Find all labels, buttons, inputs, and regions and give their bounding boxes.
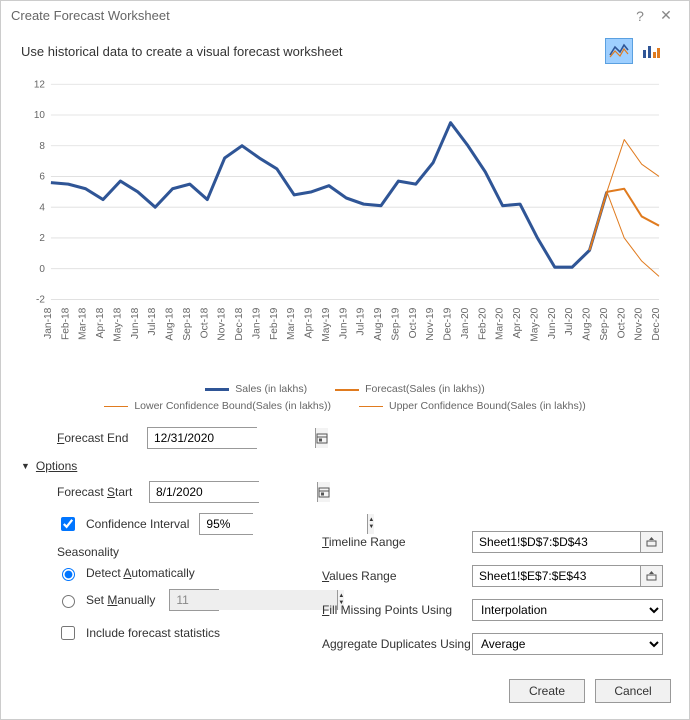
fill-missing-select[interactable]: Interpolation [472, 599, 663, 621]
line-chart-toggle[interactable] [605, 38, 633, 64]
values-range-input[interactable] [472, 565, 663, 587]
create-forecast-dialog: Create Forecast Worksheet ? ✕ Use histor… [0, 0, 690, 720]
svg-text:Jun-19: Jun-19 [338, 307, 349, 339]
svg-text:Jul-20: Jul-20 [564, 307, 575, 335]
legend-lower: Lower Confidence Bound(Sales (in lakhs)) [104, 398, 331, 415]
forecast-chart: -2 0 2 4 6 8 10 12 Jan-18 Feb-18 Mar-18 Apr-18 May-1… [21, 74, 669, 381]
svg-text:Mar-19: Mar-19 [286, 307, 297, 340]
options-disclosure[interactable]: ▼ Options [21, 459, 663, 473]
svg-text:2: 2 [39, 233, 45, 244]
range-picker-icon[interactable] [640, 532, 662, 552]
form: Forecast End ▼ Options Forecast Start [1, 421, 689, 667]
svg-text:6: 6 [39, 171, 45, 182]
svg-text:Jul-18: Jul-18 [147, 307, 158, 335]
window-title: Create Forecast Worksheet [11, 8, 627, 23]
timeline-range-input[interactable] [472, 531, 663, 553]
forecast-start-label: Forecast Start [57, 485, 149, 499]
column-chart-toggle[interactable] [637, 38, 665, 64]
forecast-end-input[interactable] [147, 427, 257, 449]
confidence-interval-input[interactable]: ▲▼ [199, 513, 253, 535]
legend-forecast: Forecast(Sales (in lakhs)) [335, 381, 485, 398]
chart-type-toggle [605, 38, 669, 64]
detect-auto-label: Detect Automatically [86, 566, 195, 580]
titlebar: Create Forecast Worksheet ? ✕ [1, 1, 689, 30]
range-picker-icon[interactable] [640, 566, 662, 586]
svg-text:Dec-19: Dec-19 [443, 307, 454, 340]
header: Use historical data to create a visual f… [1, 30, 689, 64]
subtitle: Use historical data to create a visual f… [21, 44, 605, 59]
aggregate-select[interactable]: Average [472, 633, 663, 655]
help-button[interactable]: ? [627, 8, 653, 24]
options-label: Options [36, 459, 77, 473]
svg-text:Apr-20: Apr-20 [512, 307, 523, 338]
svg-text:Feb-20: Feb-20 [477, 307, 488, 340]
line-chart-icon [609, 43, 629, 59]
svg-text:Sep-19: Sep-19 [391, 307, 402, 340]
footer: Create Cancel [1, 667, 689, 719]
svg-text:12: 12 [34, 79, 45, 90]
svg-text:May-19: May-19 [321, 307, 332, 342]
close-button[interactable]: ✕ [653, 7, 679, 24]
svg-text:Apr-19: Apr-19 [304, 307, 315, 338]
svg-text:May-18: May-18 [113, 307, 124, 342]
include-stats-checkbox[interactable]: Include forecast statistics [57, 623, 220, 643]
svg-text:Nov-20: Nov-20 [634, 307, 645, 340]
svg-text:Jun-18: Jun-18 [130, 307, 141, 339]
cancel-button[interactable]: Cancel [595, 679, 671, 703]
chart-legend: Sales (in lakhs) Forecast(Sales (in lakh… [1, 381, 689, 421]
svg-text:Jun-20: Jun-20 [547, 307, 558, 339]
svg-text:Jan-20: Jan-20 [460, 307, 471, 339]
svg-text:Dec-18: Dec-18 [234, 307, 245, 340]
svg-text:8: 8 [39, 141, 45, 152]
svg-text:Aug-18: Aug-18 [165, 307, 176, 340]
timeline-range-label: Timeline Range [322, 535, 472, 549]
svg-text:Feb-19: Feb-19 [269, 307, 280, 340]
svg-text:Nov-19: Nov-19 [425, 307, 436, 340]
svg-text:Dec-20: Dec-20 [651, 307, 662, 340]
set-manually-radio[interactable]: Set Manually ▲▼ [57, 589, 292, 611]
legend-upper: Upper Confidence Bound(Sales (in lakhs)) [359, 398, 586, 415]
svg-text:May-20: May-20 [530, 307, 541, 342]
set-manually-input[interactable]: ▲▼ [169, 589, 219, 611]
forecast-end-label: Forecast End [57, 431, 147, 445]
set-manually-label: Set Manually [86, 593, 155, 607]
svg-text:Feb-18: Feb-18 [60, 307, 71, 340]
legend-sales: Sales (in lakhs) [205, 381, 307, 398]
svg-text:Aug-19: Aug-19 [373, 307, 384, 340]
svg-text:Mar-20: Mar-20 [495, 307, 506, 340]
confidence-interval-checkbox[interactable]: Confidence Interval [57, 514, 189, 534]
include-stats-label: Include forecast statistics [86, 626, 220, 640]
column-chart-icon [641, 43, 661, 59]
svg-text:Oct-18: Oct-18 [199, 307, 210, 338]
svg-text:10: 10 [34, 110, 45, 121]
aggregate-label: Aggregate Duplicates Using [322, 637, 472, 651]
svg-text:Mar-18: Mar-18 [78, 307, 89, 340]
svg-text:Jan-18: Jan-18 [43, 307, 54, 339]
calendar-icon[interactable] [315, 428, 328, 448]
confidence-interval-label: Confidence Interval [86, 517, 189, 531]
svg-text:4: 4 [39, 202, 45, 213]
seasonality-label: Seasonality [57, 545, 292, 559]
fill-missing-label: Fill Missing Points Using [322, 603, 472, 617]
svg-text:Jul-19: Jul-19 [356, 307, 367, 335]
svg-text:Aug-20: Aug-20 [582, 307, 593, 340]
detect-auto-radio[interactable]: Detect Automatically [57, 565, 292, 581]
svg-text:Oct-19: Oct-19 [408, 307, 419, 338]
svg-text:0: 0 [39, 264, 45, 275]
svg-text:Nov-18: Nov-18 [217, 307, 228, 340]
svg-text:Oct-20: Oct-20 [616, 307, 627, 338]
svg-text:Sep-20: Sep-20 [599, 307, 610, 340]
create-button[interactable]: Create [509, 679, 585, 703]
svg-text:Apr-18: Apr-18 [95, 307, 106, 338]
forecast-start-input[interactable] [149, 481, 259, 503]
disclosure-triangle-icon: ▼ [21, 461, 30, 471]
svg-text:Sep-18: Sep-18 [182, 307, 193, 340]
svg-text:Jan-19: Jan-19 [252, 307, 263, 339]
svg-text:-2: -2 [36, 294, 45, 305]
values-range-label: Values Range [322, 569, 472, 583]
